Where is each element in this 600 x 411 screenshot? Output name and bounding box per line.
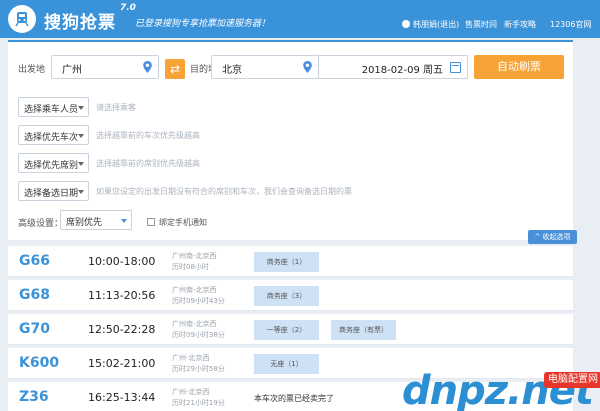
chevron-down-icon <box>78 134 84 138</box>
advanced-label: 高级设置： <box>18 219 64 229</box>
chevron-down-icon <box>78 106 84 110</box>
from-station-value: 广州 <box>62 65 82 76</box>
app-name: 搜狗抢票 <box>44 13 116 33</box>
chevron-down-icon <box>78 162 84 166</box>
seat-preference-value: 席别优先 <box>66 218 103 228</box>
train-route: 广州-北京西 历时21小时19分 <box>172 388 225 407</box>
location-pin-icon <box>303 61 312 73</box>
swap-icon: ⇄ <box>169 62 181 76</box>
seat-tag[interactable]: 商务座（3） <box>254 286 319 306</box>
search-panel: 出发地 广州 ⇄ 目的地 北京 2018-02-09 周五 自动刷票 选择乘车人… <box>8 40 577 244</box>
chevron-down-icon <box>121 219 127 223</box>
chevron-up-icon: ^ <box>534 233 543 241</box>
user-icon <box>402 20 410 28</box>
user-menu[interactable]: 韩朋娟(退出) <box>402 19 459 30</box>
phone-notify-label: 绑定手机通知 <box>159 218 207 227</box>
calendar-icon <box>450 62 461 73</box>
train-time: 10:00-18:00 <box>88 255 156 268</box>
backup-date-label: 选择备选日期 <box>24 189 79 199</box>
seat-priority-label: 选择优先席别 <box>24 161 79 171</box>
train-route: 广州南-北京西 历时09小时43分 <box>172 286 225 305</box>
train-route: 广州南-北京西 历时09小时38分 <box>172 320 225 339</box>
train-route: 广州-北京西 历时29小时58分 <box>172 354 225 373</box>
train-number: G68 <box>19 287 50 303</box>
seat-tag[interactable]: 商务座（有票） <box>331 320 396 340</box>
seat-priority-select[interactable]: 选择优先席别 <box>18 153 89 173</box>
backup-date-hint: 如果您设定的出发日期没有符合的席别和车次，我们会查询备选日期的票 <box>96 187 352 196</box>
date-input[interactable]: 2018-02-09 周五 <box>318 55 468 79</box>
passenger-select[interactable]: 选择乘车人员 <box>18 97 89 117</box>
passenger-hint: 请选择乘客 <box>96 103 136 112</box>
auto-refresh-button[interactable]: 自动刷票 <box>474 55 564 79</box>
login-slogan: 已登录搜狗专享抢票加速服务器！ <box>135 19 271 29</box>
backup-date-select[interactable]: 选择备选日期 <box>18 181 89 201</box>
train-time: 11:13-20:56 <box>88 289 156 302</box>
watermark-badge: 电脑配置网 <box>544 372 600 388</box>
to-station-input[interactable]: 北京 <box>211 55 319 79</box>
train-row[interactable]: G68 11:13-20:56 广州南-北京西 历时09小时43分 商务座（3） <box>8 280 573 311</box>
nav-guide[interactable]: 新手攻略 <box>504 19 536 30</box>
train-number: Z36 <box>19 389 49 405</box>
chevron-down-icon <box>78 190 84 194</box>
collapse-options-label: 收起选项 <box>542 233 571 241</box>
seat-tag[interactable]: 商务座（1） <box>254 252 319 272</box>
seat-tag[interactable]: 一等座（2） <box>254 320 319 340</box>
train-time: 15:02-21:00 <box>88 357 156 370</box>
collapse-options-button[interactable]: ^ 收起选项 <box>528 230 577 244</box>
train-route: 广州南-北京西 历时08小时 <box>172 252 217 271</box>
user-name: 韩朋娟(退出) <box>413 20 460 29</box>
location-pin-icon <box>143 61 152 73</box>
passenger-select-label: 选择乘车人员 <box>24 105 79 115</box>
seat-priority-hint: 选择越靠前的席别优先级越高 <box>96 159 200 168</box>
train-row[interactable]: G66 10:00-18:00 广州南-北京西 历时08小时 商务座（1） <box>8 246 573 277</box>
train-row[interactable]: G70 12:50-22:28 广州南-北京西 历时09小时38分 一等座（2） … <box>8 314 573 345</box>
watermark: dnpz.net 电脑配置网 <box>402 368 600 411</box>
app-version: 7.0 <box>120 3 136 13</box>
seat-preference-select[interactable]: 席别优先 <box>60 210 132 230</box>
train-number: K600 <box>19 355 60 371</box>
nav-sale-time[interactable]: 售票时间 <box>465 19 497 30</box>
train-priority-select[interactable]: 选择优先车次 <box>18 125 89 145</box>
train-priority-label: 选择优先车次 <box>24 133 79 143</box>
train-number: G66 <box>19 253 50 269</box>
train-logo-icon <box>8 5 36 33</box>
date-value: 2018-02-09 周五 <box>361 65 443 76</box>
phone-notify-checkbox[interactable] <box>147 218 155 226</box>
train-time: 12:50-22:28 <box>88 323 156 336</box>
train-number: G70 <box>19 321 50 337</box>
app-header: 搜狗抢票 7.0 已登录搜狗专享抢票加速服务器！ 韩朋娟(退出) 售票时间 新手… <box>0 0 600 38</box>
from-label: 出发地 <box>18 65 46 75</box>
nav-12306[interactable]: 12306官网 <box>550 19 591 30</box>
train-priority-hint: 选择越靠前的车次优先级越高 <box>96 131 200 140</box>
seat-tag[interactable]: 无座（1） <box>254 354 319 374</box>
to-station-value: 北京 <box>222 65 242 76</box>
swap-stations-button[interactable]: ⇄ <box>165 59 185 79</box>
from-station-input[interactable]: 广州 <box>51 55 159 79</box>
sold-out-status: 本车次的票已经卖完了 <box>254 394 334 403</box>
train-time: 16:25-13:44 <box>88 391 156 404</box>
